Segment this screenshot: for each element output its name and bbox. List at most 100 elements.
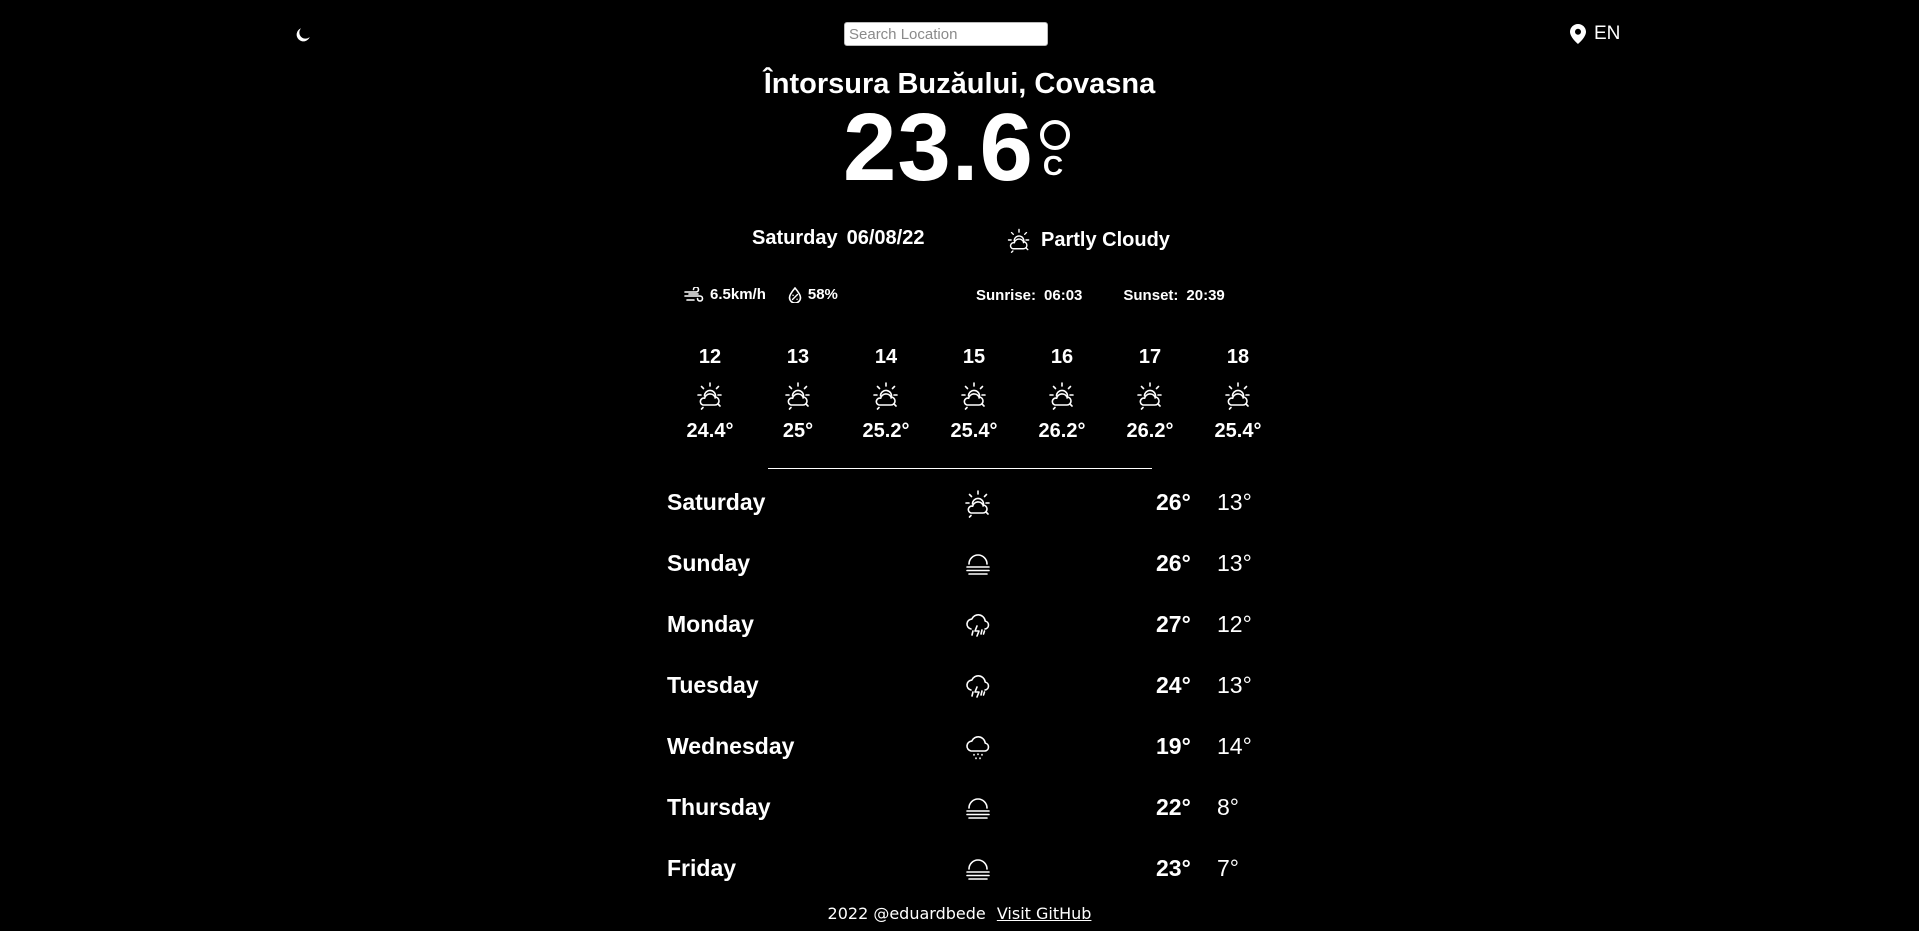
day-max-temp: 27° <box>1156 611 1191 637</box>
hourly-item: 18 25.4° <box>1194 344 1282 443</box>
day-name: Wednesday <box>667 733 795 759</box>
wind-icon <box>684 286 704 302</box>
humidity-stat: 58% <box>788 286 838 303</box>
partly-cloudy-sun-icon <box>958 378 990 412</box>
daily-row: Sunday 26° 13° <box>667 544 1267 605</box>
github-link[interactable]: Visit GitHub <box>997 904 1092 923</box>
day-name: Tuesday <box>667 672 759 698</box>
daily-row: Monday 27° 12° <box>667 605 1267 666</box>
fog-icon <box>962 853 996 887</box>
partly-cloudy-sun-icon <box>694 378 726 412</box>
current-day: Saturday <box>752 227 838 249</box>
day-min-temp: 8° <box>1217 794 1239 820</box>
partly-cloudy-sun-icon <box>1005 226 1033 254</box>
locate-button[interactable] <box>1570 24 1586 44</box>
daily-row: Friday 23° 7° <box>667 849 1267 910</box>
sunset-stat: Sunset: 20:39 <box>1123 287 1224 304</box>
day-name: Monday <box>667 611 754 637</box>
top-right-controls: EN <box>1570 21 1620 47</box>
weather-app: EN Întorsura Buzăului, Covasna 23.6 C Sa… <box>0 0 1919 931</box>
hourly-item: 16 26.2° <box>1018 344 1106 443</box>
humidity-drop-icon <box>788 286 802 303</box>
sunrise-label: Sunrise: <box>976 287 1037 304</box>
footer: 2022 @eduardbede Visit GitHub <box>0 904 1919 923</box>
hour-label: 18 <box>1226 346 1250 368</box>
hourly-item: 17 26.2° <box>1106 344 1194 443</box>
footer-credit: 2022 @eduardbede <box>827 904 986 923</box>
hour-temp: 26.2° <box>1038 420 1086 442</box>
hourly-item: 12 24.4° <box>666 344 754 443</box>
hour-temp: 24.4° <box>686 420 734 442</box>
hour-temp: 26.2° <box>1126 420 1174 442</box>
partly-cloudy-sun-icon <box>870 378 902 412</box>
sunrise-stat: Sunrise: 06:03 <box>976 287 1082 304</box>
day-min-temp: 7° <box>1217 855 1239 881</box>
hour-label: 16 <box>1050 346 1074 368</box>
daily-row: Tuesday 24° 13° <box>667 666 1267 727</box>
moon-icon <box>296 28 310 42</box>
wind-stat: 6.5km/h <box>684 286 766 303</box>
map-pin-icon <box>1570 24 1586 44</box>
hourly-divider <box>768 468 1152 469</box>
partly-cloudy-sun-icon <box>1046 378 1078 412</box>
daily-forecast: Saturday 26° 13° Sunday 26° 13° Monday 2… <box>667 483 1267 910</box>
hour-temp: 25.2° <box>862 420 910 442</box>
day-name: Sunday <box>667 550 751 576</box>
day-max-temp: 26° <box>1156 489 1191 515</box>
day-min-temp: 14° <box>1217 733 1252 759</box>
hour-temp: 25.4° <box>1214 420 1262 442</box>
wind-value: 6.5km/h <box>710 286 766 303</box>
partly-cloudy-sun-icon <box>1222 378 1254 412</box>
hour-label: 17 <box>1138 346 1162 368</box>
sunrise-value: 06:03 <box>1044 287 1083 304</box>
hour-label: 14 <box>874 346 898 368</box>
unit-label: C <box>1042 150 1064 181</box>
hour-label: 15 <box>962 346 986 368</box>
daily-row: Wednesday 19° 14° <box>667 727 1267 788</box>
hour-temp: 25.4° <box>950 420 998 442</box>
day-max-temp: 23° <box>1156 855 1191 881</box>
search-location-input[interactable] <box>844 22 1048 46</box>
day-name: Saturday <box>667 489 766 515</box>
humidity-value: 58% <box>807 286 838 303</box>
day-max-temp: 24° <box>1156 672 1191 698</box>
partly-cloudy-sun-icon <box>1134 378 1166 412</box>
hourly-forecast: 12 24.4° 13 25° 14 25.2° 15 25.4° 16 26.… <box>666 344 1282 443</box>
day-max-temp: 19° <box>1156 733 1191 759</box>
day-max-temp: 22° <box>1156 794 1191 820</box>
partly-cloudy-sun-icon <box>962 487 996 521</box>
fog-icon <box>962 548 996 582</box>
partly-cloudy-sun-icon <box>782 378 814 412</box>
current-date-value: 06/08/22 <box>846 227 925 249</box>
theme-toggle-button[interactable] <box>292 24 314 46</box>
hourly-item: 13 25° <box>754 344 842 443</box>
day-name: Thursday <box>667 794 771 820</box>
sunset-label: Sunset: <box>1123 287 1179 304</box>
temperature-value: 23.6 <box>843 94 1034 201</box>
daily-row: Thursday 22° 8° <box>667 788 1267 849</box>
language-toggle[interactable]: EN <box>1594 23 1620 45</box>
day-min-temp: 12° <box>1217 611 1252 637</box>
wind-humidity: 6.5km/h 58% <box>684 286 838 303</box>
current-temperature: 23.6 C <box>843 100 1080 196</box>
hourly-item: 14 25.2° <box>842 344 930 443</box>
hourly-item: 15 25.4° <box>930 344 1018 443</box>
day-min-temp: 13° <box>1217 672 1252 698</box>
day-name: Friday <box>667 855 737 881</box>
hour-temp: 25° <box>782 420 814 442</box>
day-min-temp: 13° <box>1217 550 1252 576</box>
condition-label: Partly Cloudy <box>1041 228 1170 251</box>
daily-row: Saturday 26° 13° <box>667 483 1267 544</box>
drizzle-icon <box>962 731 996 765</box>
hour-label: 13 <box>786 346 810 368</box>
fog-icon <box>962 792 996 826</box>
sun-times: Sunrise: 06:03 Sunset: 20:39 <box>976 287 1225 304</box>
thunderstorm-icon <box>962 670 996 704</box>
thunderstorm-icon <box>962 609 996 643</box>
search-box <box>844 22 1048 46</box>
hour-label: 12 <box>698 346 722 368</box>
temperature-unit: C <box>1039 100 1080 190</box>
current-date: Saturday 06/08/22 <box>752 227 924 250</box>
current-condition: Partly Cloudy <box>1005 226 1170 254</box>
day-max-temp: 26° <box>1156 550 1191 576</box>
